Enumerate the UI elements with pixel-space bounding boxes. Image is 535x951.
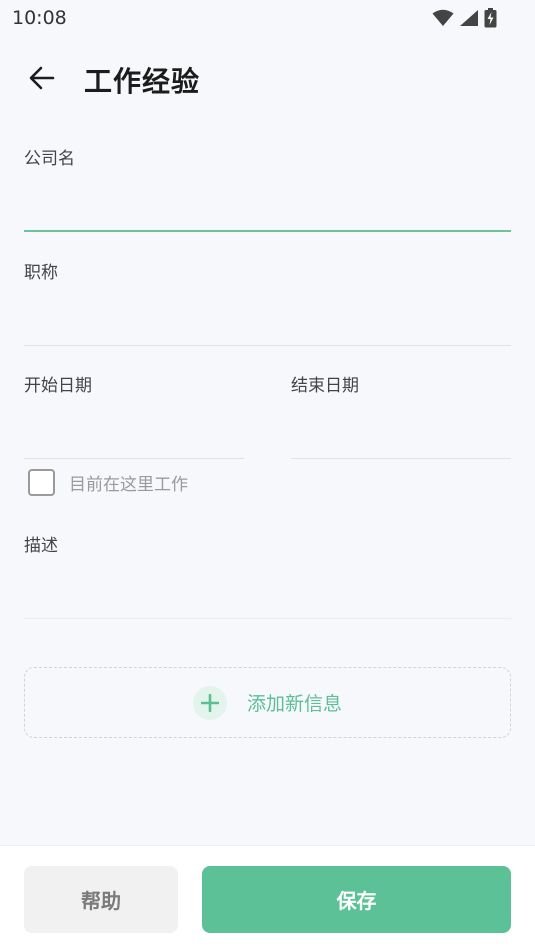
- company-underline: [24, 230, 511, 232]
- battery-charging-icon: [484, 8, 497, 28]
- bottom-action-bar: 帮助 保存: [0, 845, 535, 951]
- company-input[interactable]: [24, 192, 511, 228]
- start-date-input[interactable]: [24, 420, 244, 456]
- end-date-input[interactable]: [291, 420, 511, 456]
- plus-icon: [200, 693, 219, 712]
- start-date-label: 开始日期: [24, 376, 92, 396]
- status-bar: 10:08: [0, 0, 535, 36]
- app-header: 工作经验: [0, 52, 535, 104]
- signal-icon: [460, 10, 478, 26]
- description-label: 描述: [24, 536, 58, 556]
- add-new-info-label: 添加新信息: [246, 693, 342, 715]
- add-new-info-button[interactable]: 添加新信息: [24, 667, 511, 738]
- current-job-checkbox[interactable]: [28, 469, 55, 496]
- work-experience-screen: 10:08 工作经验 公司名 职称 开始日期 结束日期 目前在这里工作 描述 添…: [0, 0, 535, 951]
- help-button[interactable]: 帮助: [24, 866, 178, 933]
- description-underline: [24, 618, 511, 619]
- job-title-label: 职称: [24, 263, 58, 283]
- start-date-underline: [24, 458, 244, 459]
- company-label: 公司名: [24, 149, 75, 169]
- job-title-input[interactable]: [24, 306, 511, 342]
- current-job-checkbox-row[interactable]: 目前在这里工作: [28, 469, 188, 496]
- page-title: 工作经验: [84, 65, 201, 98]
- add-circle: [192, 685, 227, 720]
- save-button[interactable]: 保存: [202, 866, 511, 933]
- back-button[interactable]: [24, 60, 60, 96]
- job-title-underline: [24, 345, 511, 346]
- end-date-underline: [291, 458, 511, 459]
- status-time: 10:08: [12, 7, 67, 29]
- wifi-icon: [432, 9, 454, 26]
- description-input[interactable]: [24, 580, 511, 616]
- end-date-label: 结束日期: [291, 376, 359, 396]
- status-icons: [432, 8, 497, 28]
- current-job-label: 目前在这里工作: [69, 475, 188, 495]
- arrow-left-icon: [29, 66, 55, 90]
